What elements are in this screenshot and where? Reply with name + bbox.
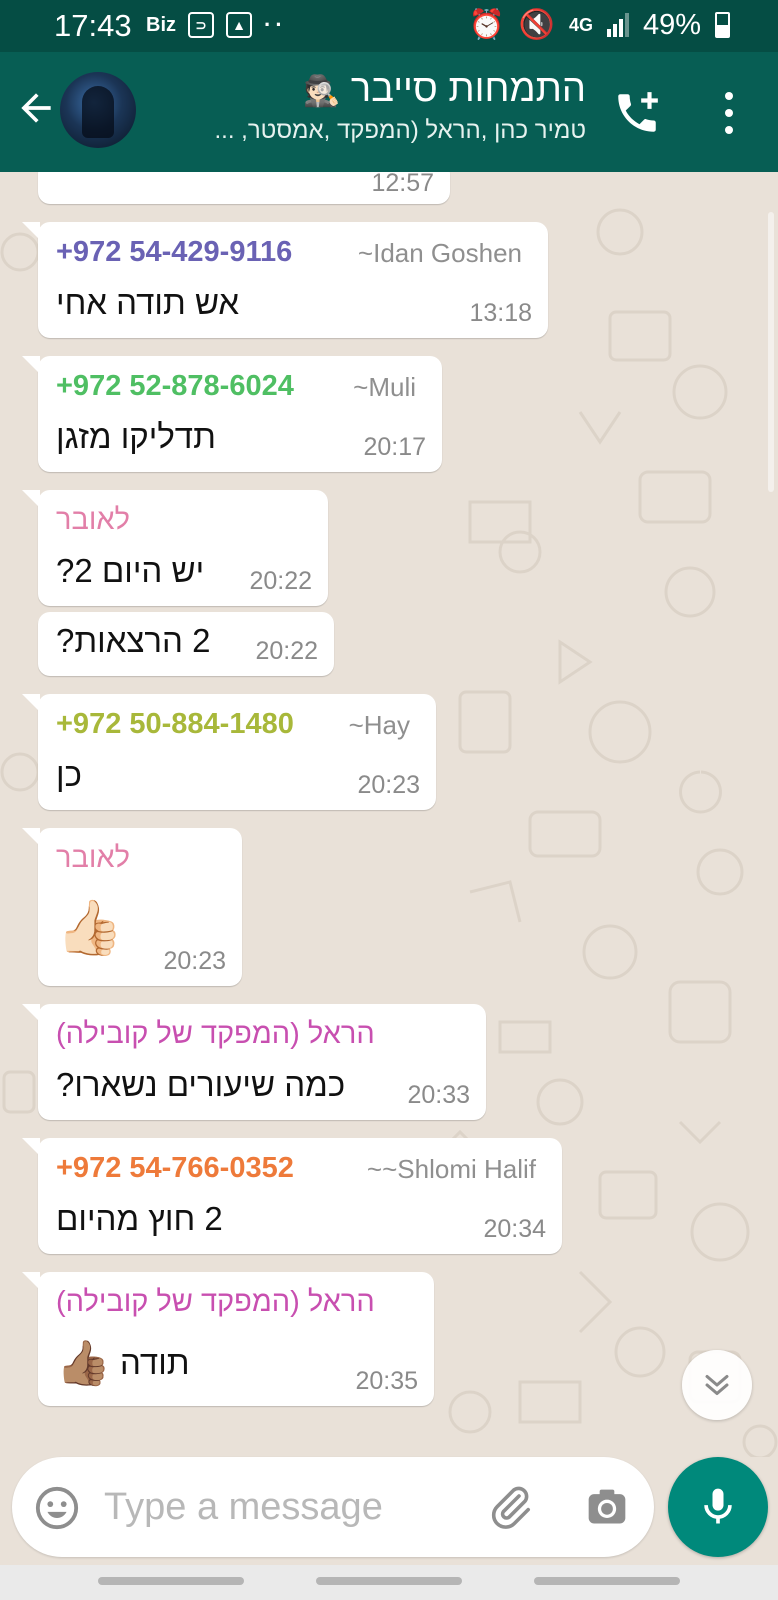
sender-name: ~Hay (348, 710, 410, 740)
message-text: תדליקו מזגן (56, 418, 216, 455)
message-time: 20:33 (407, 1081, 470, 1109)
scroll-to-bottom-button[interactable] (682, 1350, 752, 1420)
sender-name[interactable]: הראל (המפקד של קובילה) (56, 1286, 375, 1319)
sender-phone[interactable]: +972 52-878-6024 (56, 370, 294, 403)
group-members: טמיר כהן ,הראל (המפקד ,אמסטר, ... (214, 117, 586, 144)
nav-home-button[interactable] (316, 1577, 462, 1585)
message-time: 20:23 (357, 771, 420, 799)
paperclip-icon[interactable] (486, 1483, 534, 1531)
sender-name[interactable]: לאובר (56, 842, 130, 875)
message-bubble[interactable]: +972 54-429-9116 ~Idan Goshen אש תודה אח… (22, 222, 548, 338)
message-bubble[interactable]: +972 52-878-6024 ~Muli תדליקו מזגן 20:17 (22, 356, 442, 472)
network-type: 4G (568, 14, 593, 35)
chat-header: התמחות סייבר 🕵🏻 טמיר כהן ,הראל (המפקד ,א… (0, 52, 778, 172)
scrollbar[interactable] (768, 212, 774, 492)
status-time: 17:43 (54, 8, 132, 43)
system-nav-bar (0, 1565, 778, 1600)
thumbs-up-emoji: 👍🏽 (56, 1339, 111, 1388)
voice-record-button[interactable] (668, 1457, 768, 1557)
message-bubble[interactable]: 12:57 (38, 172, 450, 204)
detective-emoji: 🕵🏻 (303, 75, 341, 108)
sender-phone[interactable]: +972 50-884-1480 (56, 708, 294, 741)
chevron-double-down-icon (705, 1374, 729, 1396)
arrow-left-icon[interactable] (14, 86, 58, 130)
message-text: 2 הרצאות? (56, 622, 211, 659)
message-time: 20:35 (355, 1367, 418, 1395)
nav-recent-button[interactable] (98, 1577, 244, 1585)
message-time: 20:23 (163, 947, 226, 975)
message-bubble[interactable]: 2 הרצאות? 20:22 (38, 612, 334, 676)
thumbs-up-emoji: 👍🏻 (56, 898, 124, 958)
chat-area[interactable]: 12:57 +972 54-429-9116 ~Idan Goshen אש ת… (0, 172, 778, 1457)
alarm-icon: ⏰ (468, 9, 505, 41)
group-title: התמחות סייבר 🕵🏻 (156, 66, 586, 115)
message-bubble[interactable]: +972 50-884-1480 ~Hay כן 20:23 (22, 694, 436, 810)
message-time: 20:22 (249, 567, 312, 595)
message-bubble[interactable]: לאובר 👍🏻 20:23 (22, 828, 242, 986)
chat-title-area[interactable]: התמחות סייבר 🕵🏻 טמיר כהן ,הראל (המפקד ,א… (156, 66, 586, 147)
sender-phone[interactable]: +972 54-429-9116 (56, 236, 292, 269)
more-vert-icon[interactable] (716, 88, 742, 138)
message-text: כן (56, 756, 82, 793)
sender-name: ~Idan Goshen (357, 238, 522, 268)
group-avatar[interactable] (60, 72, 136, 148)
message-time: 20:22 (255, 637, 318, 665)
message-text: יש היום 2? (56, 552, 205, 589)
message-input[interactable] (102, 1477, 466, 1537)
message-text: 2 חוץ מהיום (56, 1200, 223, 1237)
sender-name: ~~Shlomi Halif (366, 1154, 536, 1184)
status-bar: 17:43 Biz ⊃ ▲ ·· ⏰ 🔇 4G 49% (0, 0, 778, 52)
sender-phone[interactable]: +972 54-766-0352 (56, 1152, 294, 1185)
sender-name: ~Muli (353, 372, 416, 402)
nav-back-button[interactable] (534, 1577, 680, 1585)
mic-icon (704, 1488, 732, 1524)
message-bubble[interactable]: לאובר יש היום 2? 20:22 (22, 490, 328, 606)
app-notification-icon: ⊃ (188, 12, 214, 38)
message-time: 20:34 (483, 1215, 546, 1243)
mute-icon: 🔇 (518, 9, 555, 41)
message-text: כמה שיעורים נשארו? (56, 1066, 346, 1103)
message-bubble[interactable]: +972 54-766-0352 ~~Shlomi Halif 2 חוץ מה… (22, 1138, 562, 1254)
message-bubble[interactable]: הראל (המפקד של קובילה) 👍🏽 תודה 20:35 (22, 1272, 434, 1406)
sender-name[interactable]: הראל (המפקד של קובילה) (56, 1018, 375, 1051)
message-time: 20:17 (363, 433, 426, 461)
battery-percent: 49% (642, 8, 701, 41)
message-time: 13:18 (469, 299, 532, 327)
battery-icon (715, 12, 730, 38)
smiley-icon[interactable] (34, 1485, 80, 1531)
status-notifications: Biz ⊃ ▲ ·· (146, 12, 287, 38)
group-name: התמחות סייבר (350, 68, 586, 110)
more-notifications-icon: ·· (264, 12, 287, 37)
message-time: 12:57 (371, 172, 434, 197)
message-composer (12, 1457, 654, 1557)
biz-label: Biz (146, 13, 176, 36)
gallery-notification-icon: ▲ (226, 12, 252, 38)
sender-name[interactable]: לאובר (56, 504, 130, 537)
signal-icon (606, 13, 629, 37)
add-call-icon[interactable] (612, 88, 662, 138)
message-text: אש תודה אחי (56, 284, 240, 321)
camera-icon[interactable] (584, 1485, 630, 1529)
message-text: תודה (120, 1344, 190, 1381)
status-right: ⏰ 🔇 4G 49% (469, 8, 730, 42)
message-bubble[interactable]: הראל (המפקד של קובילה) כמה שיעורים נשארו… (22, 1004, 486, 1120)
